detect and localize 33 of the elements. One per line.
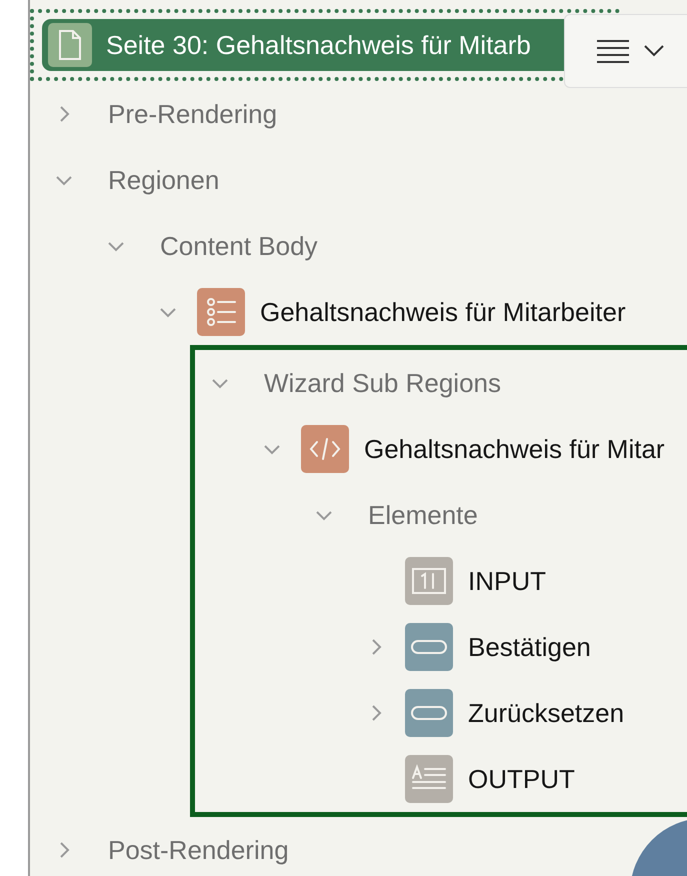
tree-node-label: OUTPUT [468, 764, 575, 794]
tree-node-label: Post-Rendering [108, 834, 289, 866]
button-shape-icon [410, 704, 448, 722]
tree-node-label: Wizard Sub Regions [264, 368, 501, 398]
tree-node-row[interactable]: Gehaltsnachweis für Mitar [195, 416, 665, 482]
list-icon [204, 295, 238, 329]
menu-button[interactable] [564, 14, 687, 88]
tree-group-row[interactable]: Regionen [30, 147, 220, 213]
button-shape-icon [410, 638, 448, 656]
tree-node-label: Zurücksetzen [468, 698, 624, 728]
tree-node-label: Bestätigen [468, 632, 591, 662]
input-field-icon [411, 567, 447, 595]
tree-node-label: Gehaltsnachweis für Mitar [364, 434, 665, 464]
tree-node-label: Pre-Rendering [108, 98, 278, 130]
tree-group-row[interactable]: Pre-Rendering [30, 81, 278, 147]
tree-node-row[interactable]: OUTPUT [195, 746, 575, 812]
tree-node-row[interactable]: Bestätigen [195, 614, 591, 680]
tree-group-row[interactable]: Elemente [195, 482, 478, 548]
tree-group-row[interactable]: Post-Rendering [30, 817, 289, 876]
tree-node-label: Regionen [108, 164, 220, 196]
menu-icon [595, 38, 631, 64]
page-icon [57, 28, 83, 62]
tree-node-label: Content Body [160, 230, 318, 262]
tree-node-label: Elemente [368, 500, 478, 530]
tree-node-row[interactable]: Zurücksetzen [195, 680, 624, 746]
chevron-down-icon [643, 44, 665, 58]
tree-group-row[interactable]: Content Body [30, 213, 318, 279]
tree-node-row[interactable]: INPUT [195, 548, 546, 614]
tree-node-label: Gehaltsnachweis für Mitarbeiter [260, 296, 626, 328]
tree-group-row[interactable]: Wizard Sub Regions [195, 350, 501, 416]
tree-node-label: INPUT [468, 566, 546, 596]
tree-node-row[interactable]: Gehaltsnachweis für Mitarbeiter [30, 279, 626, 345]
page-title: Seite 30: Gehaltsnachweis für Mitarb [106, 30, 531, 60]
